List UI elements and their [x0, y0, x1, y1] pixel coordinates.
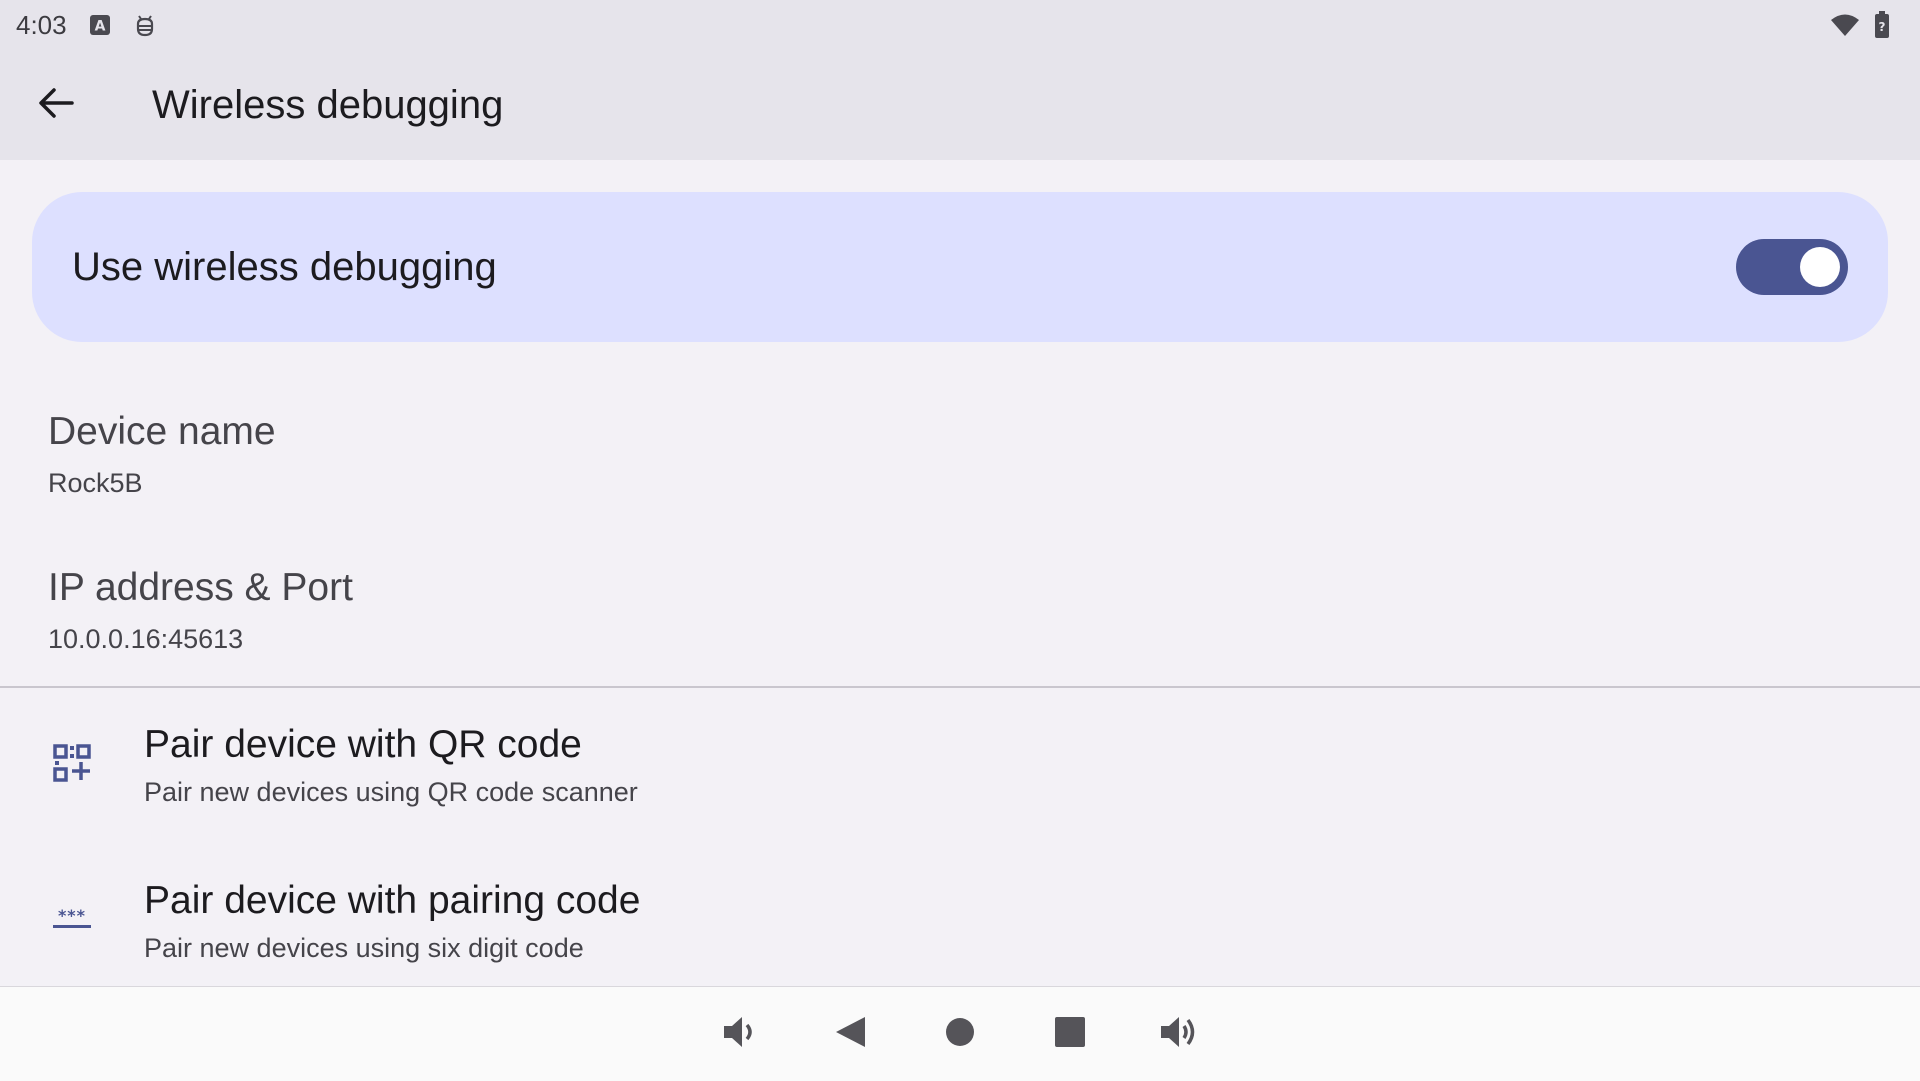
ip-address-title: IP address & Port — [48, 566, 353, 609]
pair-qr-title: Pair device with QR code — [144, 722, 582, 766]
pair-code-text: Pair device with pairing code Pair new d… — [144, 879, 640, 964]
status-left: 4:03 A — [16, 10, 157, 41]
wifi-icon — [1830, 13, 1860, 37]
device-name-value: Rock5B — [48, 468, 143, 498]
pair-qr-code-item[interactable]: Pair device with QR code Pair new device… — [0, 690, 1920, 840]
divider — [0, 686, 1920, 688]
icon-wrap — [0, 743, 144, 787]
pair-pairing-code-item[interactable]: *** Pair device with pairing code Pair n… — [0, 846, 1920, 996]
debug-icon — [133, 12, 157, 38]
volume-down-icon — [720, 1012, 760, 1057]
svg-text:A: A — [94, 19, 105, 35]
battery-unknown-icon: ? — [1874, 11, 1890, 39]
navigation-bar — [0, 986, 1920, 1081]
home-circle-icon — [944, 1016, 976, 1053]
nav-back-button[interactable] — [820, 1004, 880, 1064]
status-right: ? — [1830, 11, 1904, 39]
ip-address-preference: IP address & Port 10.0.0.16:45613 — [0, 566, 1920, 676]
toggle-thumb — [1800, 247, 1840, 287]
ip-address-value: 10.0.0.16:45613 — [48, 624, 244, 654]
status-bar: 4:03 A ? — [0, 0, 1920, 50]
nav-home-button[interactable] — [930, 1004, 990, 1064]
wireless-debugging-toggle[interactable] — [1736, 239, 1848, 295]
use-wireless-debugging-switch-bar[interactable]: Use wireless debugging — [32, 192, 1888, 342]
svg-text:?: ? — [1879, 20, 1886, 34]
volume-up-button[interactable] — [1150, 1004, 1210, 1064]
qr-code-scanner-icon — [53, 743, 91, 787]
volume-up-icon — [1159, 1012, 1201, 1057]
icon-wrap: *** — [0, 906, 144, 935]
pair-qr-text: Pair device with QR code Pair new device… — [144, 723, 638, 808]
arrow-back-icon — [38, 85, 74, 126]
recents-square-icon — [1054, 1016, 1086, 1053]
pair-code-summary: Pair new devices using six digit code — [144, 932, 584, 963]
pair-qr-summary: Pair new devices using QR code scanner — [144, 776, 638, 807]
main-switch-label: Use wireless debugging — [72, 244, 497, 289]
device-name-preference[interactable]: Device name Rock5B — [0, 410, 1920, 520]
pair-code-title: Pair device with pairing code — [144, 878, 641, 922]
volume-down-button[interactable] — [710, 1004, 770, 1064]
back-triangle-icon — [832, 1014, 868, 1055]
device-name-title: Device name — [48, 410, 276, 453]
keyboard-a-icon: A — [89, 14, 111, 36]
status-time: 4:03 — [16, 9, 67, 40]
password-dots-icon: *** — [52, 906, 92, 935]
svg-text:***: *** — [58, 908, 86, 925]
page-title: Wireless debugging — [152, 82, 504, 127]
app-bar: Wireless debugging — [0, 50, 1920, 160]
nav-recents-button[interactable] — [1040, 1004, 1100, 1064]
back-button[interactable] — [0, 50, 112, 160]
